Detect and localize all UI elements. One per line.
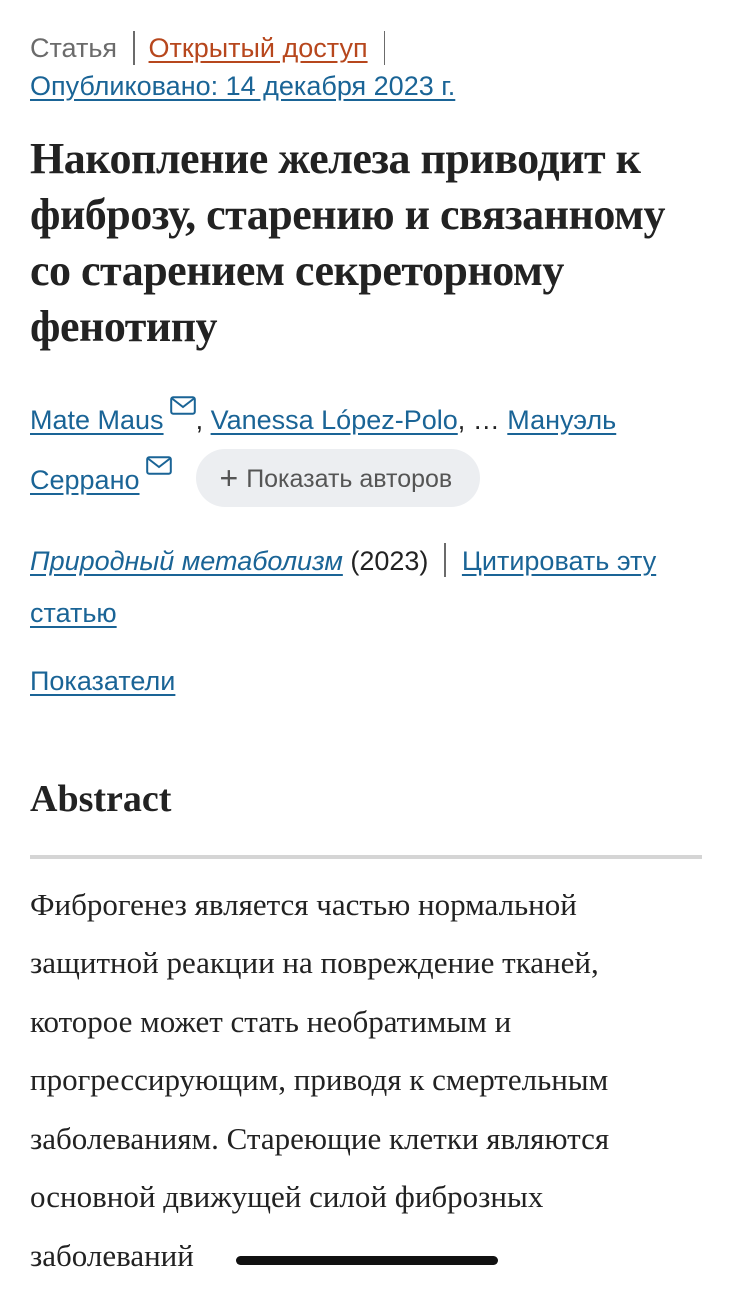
metrics-section: Показатели xyxy=(30,661,702,701)
author-separator: , xyxy=(195,405,204,435)
published-date-link[interactable]: Опубликовано: 14 декабря 2023 г. xyxy=(30,68,455,104)
abstract-text: Фиброгенез является частью нормальной за… xyxy=(30,886,610,1273)
journal-year: (2023) xyxy=(350,546,429,576)
author-link-mate-maus[interactable]: Mate Maus xyxy=(30,405,164,435)
article-meta: Статья Открытый доступ xyxy=(30,28,702,68)
article-header: Статья Открытый доступ Опубликовано: 14 д… xyxy=(30,28,702,1316)
meta-separator xyxy=(133,31,135,65)
metrics-link[interactable]: Показатели xyxy=(30,666,175,696)
show-authors-button[interactable]: + Показать авторов xyxy=(195,449,481,507)
show-authors-label: Показать авторов xyxy=(246,465,453,493)
abstract-heading: Abstract xyxy=(30,778,172,820)
journal-link[interactable]: Природный метаболизм xyxy=(30,546,343,576)
envelope-icon[interactable] xyxy=(169,396,196,415)
journal-citation: Природный метаболизм (2023) Цитировать эт… xyxy=(30,535,702,639)
home-indicator[interactable] xyxy=(236,1256,498,1265)
envelope-icon[interactable] xyxy=(145,456,172,475)
author-link-vanessa-lopez-polo[interactable]: Vanessa López-Polo xyxy=(211,405,458,435)
author-list: Mate Maus, Vanessa López-Polo, … Мануэль… xyxy=(30,391,702,509)
article-title: Накопление железа приводит к фиброзу, ст… xyxy=(30,134,666,351)
meta-separator xyxy=(383,31,386,65)
plus-icon: + xyxy=(219,460,239,496)
author-ellipsis: , … xyxy=(457,405,500,435)
article-type: Статья xyxy=(30,33,118,63)
abstract-divider xyxy=(30,854,702,859)
citation-separator xyxy=(444,543,446,577)
open-access-link[interactable]: Открытый доступ xyxy=(149,33,368,63)
